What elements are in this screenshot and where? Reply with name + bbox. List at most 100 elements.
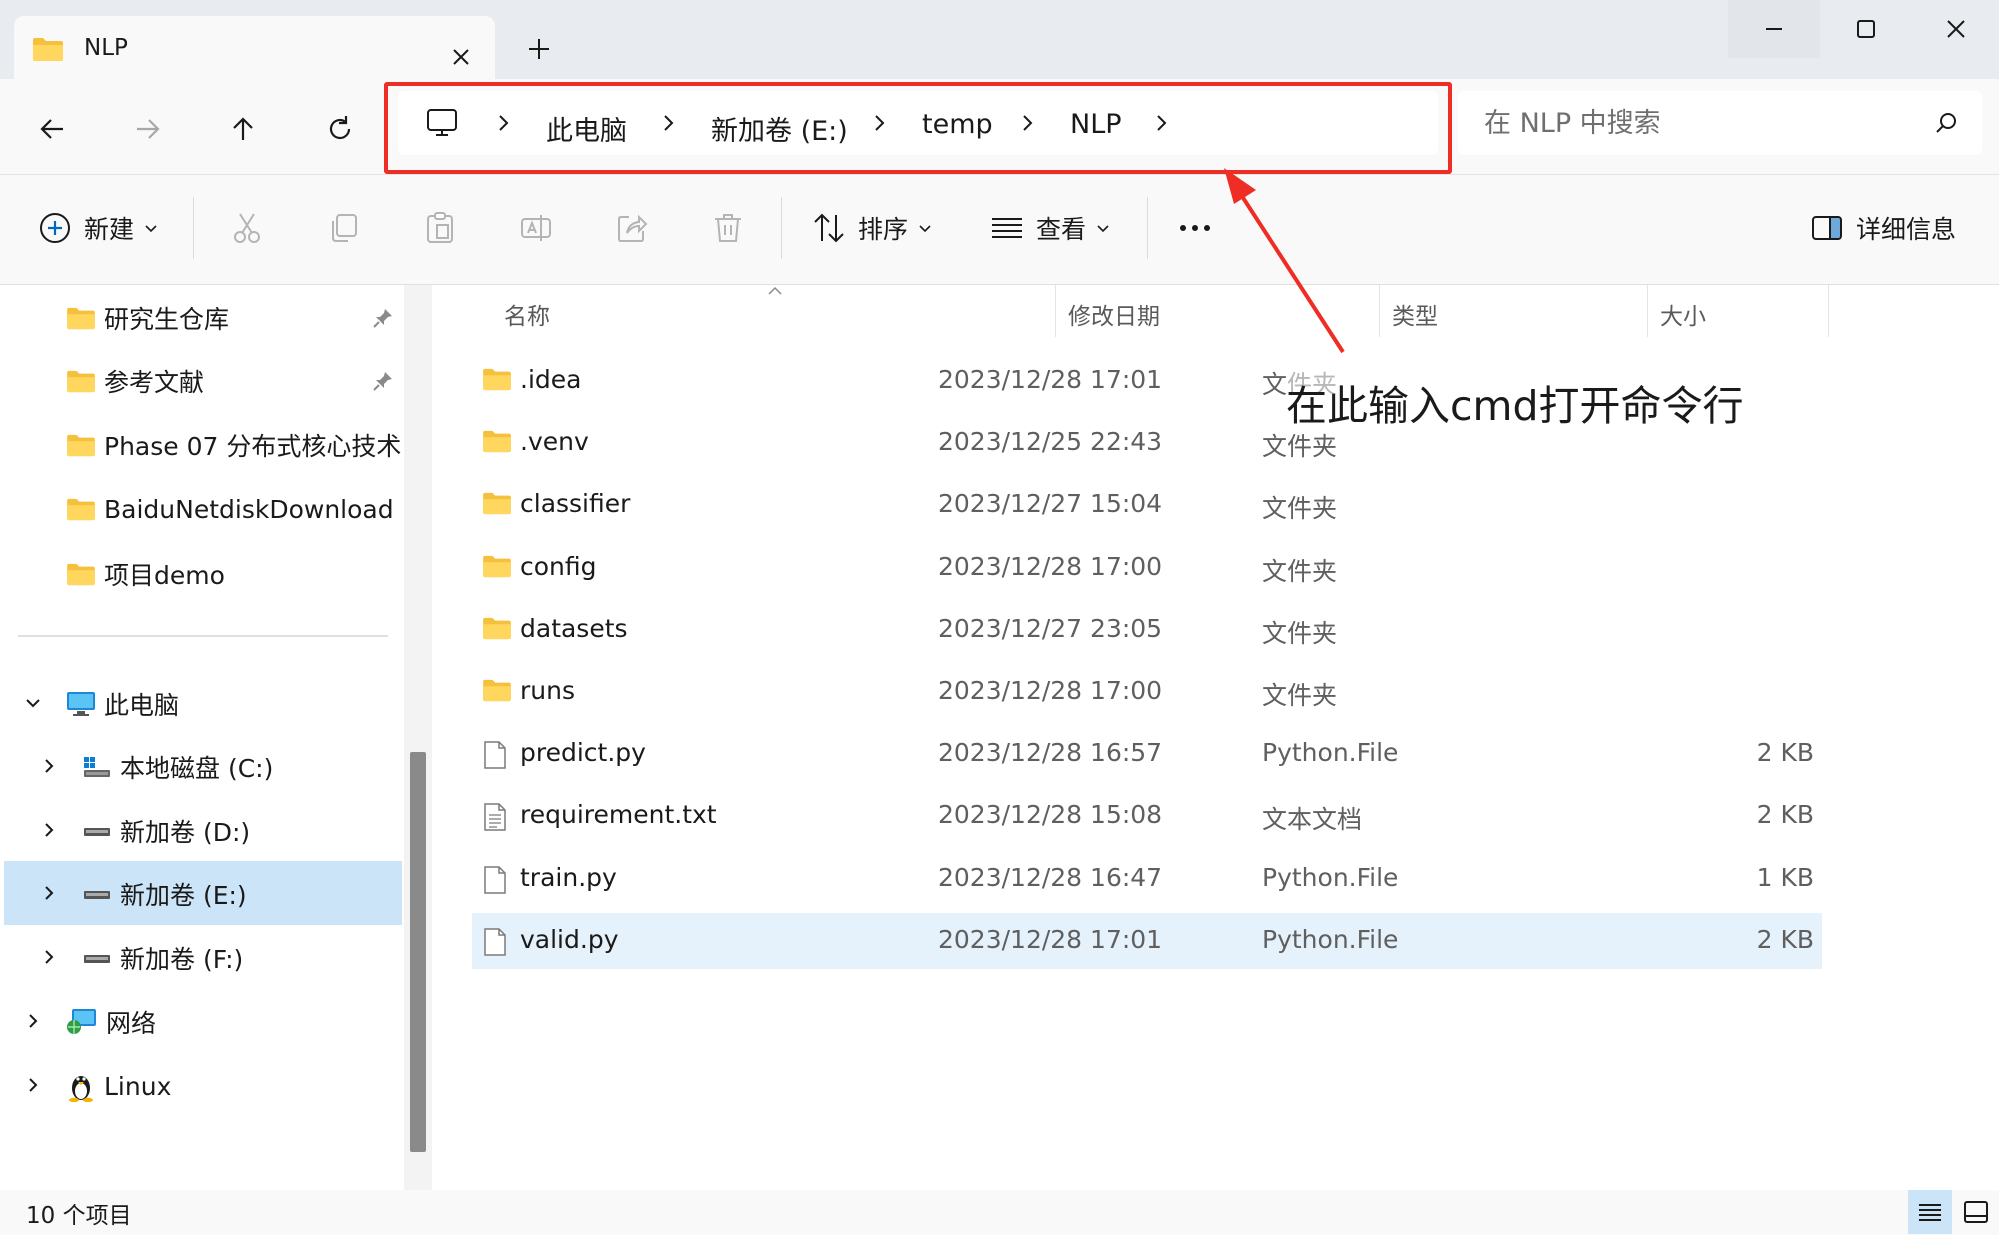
sidebar-item-linux[interactable]: Linux (66, 1055, 406, 1117)
rename-icon (519, 211, 553, 245)
sidebar-item-quick-5[interactable]: 项目demo (66, 543, 406, 605)
annotation-arrow (1224, 168, 1345, 354)
chevron-right-icon[interactable] (40, 948, 58, 966)
file-modified-date: 2023/12/28 15:08 (938, 800, 1163, 830)
sidebar-item-label: BaiduNetdiskDownload (104, 494, 394, 524)
file-icon (482, 927, 508, 957)
file-row[interactable]: classifier 2023/12/27 15:04 文件夹 (472, 477, 1822, 533)
new-button[interactable]: 新建 (38, 203, 158, 253)
chevron-right-icon[interactable] (24, 1012, 42, 1030)
column-header-size[interactable]: 大小 (1660, 297, 1706, 331)
column-divider[interactable] (1828, 285, 1829, 337)
column-header-type[interactable]: 类型 (1392, 297, 1438, 331)
add-circle-icon (38, 211, 72, 245)
sidebar-item-drive-d[interactable]: 新加卷 (D:) (82, 800, 402, 862)
column-header-name[interactable]: 名称 (504, 297, 550, 331)
sidebar-item-label: 参考文献 (104, 368, 205, 397)
details-view-icon (1919, 1204, 1941, 1221)
file-row[interactable]: requirement.txt 2023/12/28 15:08 文本文档 2 KB (472, 788, 1822, 844)
close-window-button[interactable] (1912, 0, 1999, 58)
sidebar-scrollbar-thumb[interactable] (410, 752, 426, 1152)
folder-icon (66, 306, 96, 330)
chevron-down-icon[interactable] (24, 694, 42, 712)
file-row[interactable]: runs 2023/12/28 17:00 文件夹 (472, 664, 1822, 720)
sidebar-item-label: 此电脑 (104, 691, 180, 720)
file-modified-date: 2023/12/27 15:04 (938, 489, 1163, 519)
file-row[interactable]: predict.py 2023/12/28 16:57 Python.File 2 K… (472, 726, 1822, 782)
sidebar-item-this-pc[interactable]: 此电脑 (66, 673, 406, 735)
file-name: datasets (520, 613, 628, 643)
sidebar-item-drive-c[interactable]: 本地磁盘 (C:) (82, 736, 402, 798)
tiles-view-toggle[interactable] (1956, 1190, 1996, 1234)
toolbar-divider (193, 197, 194, 259)
file-row[interactable]: config 2023/12/28 17:00 文件夹 (472, 540, 1822, 596)
share-button[interactable] (615, 203, 649, 253)
file-modified-date: 2023/12/28 17:00 (938, 676, 1163, 705)
sidebar-item-label: 研究生仓库 (104, 305, 230, 334)
chevron-right-icon[interactable] (40, 884, 58, 902)
maximize-button[interactable] (1820, 0, 1912, 58)
sidebar-item-label: 新加卷 (F:) (120, 945, 244, 974)
paste-button[interactable] (423, 203, 457, 253)
column-divider[interactable] (1647, 285, 1648, 337)
view-button[interactable]: 查看 (990, 203, 1110, 253)
drive-icon (82, 818, 112, 844)
sidebar-item-label: 新加卷 (D:) (120, 818, 251, 847)
folder-icon (66, 433, 96, 457)
column-header-date[interactable]: 修改日期 (1068, 297, 1160, 331)
sidebar-item-drive-f[interactable]: 新加卷 (F:) (82, 927, 402, 989)
file-row[interactable]: train.py 2023/12/28 16:47 Python.File 1 KB (472, 851, 1822, 907)
sidebar-item-quick-2[interactable]: 参考文献 (66, 350, 406, 412)
details-view-toggle[interactable] (1908, 1190, 1952, 1234)
sidebar-item-quick-3[interactable]: Phase 07 分布式核心技术 (66, 414, 406, 476)
close-tab-icon[interactable] (450, 46, 472, 68)
clipboard-icon (423, 211, 457, 245)
pin-icon[interactable] (372, 370, 394, 392)
text-file-icon (482, 802, 508, 832)
column-divider[interactable] (1379, 285, 1380, 337)
sidebar-item-label: Phase 07 分布式核心技术 (104, 432, 402, 461)
sidebar-item-quick-4[interactable]: BaiduNetdiskDownload (66, 478, 406, 540)
up-button[interactable] (221, 107, 265, 151)
delete-button[interactable] (711, 203, 745, 253)
chevron-right-icon[interactable] (24, 1076, 42, 1094)
sidebar-item-network[interactable]: 网络 (66, 991, 406, 1053)
sidebar-item-label: 项目demo (104, 561, 225, 590)
file-row[interactable]: valid.py 2023/12/28 17:01 Python.File 2 KB (472, 912, 1822, 969)
file-name: valid.py (520, 924, 619, 954)
tab-nlp[interactable]: NLP (14, 16, 495, 79)
sort-button[interactable]: 排序 (812, 203, 932, 253)
file-size: 2 KB (1756, 800, 1814, 830)
forward-button[interactable] (126, 107, 170, 151)
column-divider[interactable] (1055, 285, 1056, 337)
file-modified-date: 2023/12/25 22:43 (938, 427, 1163, 457)
linux-penguin-icon (66, 1070, 96, 1102)
chevron-right-icon[interactable] (40, 757, 58, 775)
status-bar: 10 个项目 (0, 1190, 1999, 1235)
rename-button[interactable] (519, 203, 553, 253)
search-box[interactable] (1458, 91, 1982, 155)
folder-icon (66, 369, 96, 393)
file-modified-date: 2023/12/27 23:05 (938, 613, 1163, 643)
search-input[interactable] (1484, 105, 1924, 141)
back-button[interactable] (30, 107, 74, 151)
file-size: 2 KB (1756, 924, 1814, 954)
folder-icon (66, 562, 96, 586)
scissors-icon (230, 211, 264, 245)
copy-button[interactable] (326, 203, 360, 253)
file-modified-date: 2023/12/28 17:00 (938, 551, 1163, 581)
chevron-right-icon[interactable] (40, 821, 58, 839)
new-tab-icon[interactable] (524, 34, 554, 64)
file-name: .idea (520, 365, 582, 394)
minimize-button[interactable] (1728, 0, 1820, 58)
cut-button[interactable] (230, 203, 264, 253)
details-pane-button[interactable]: 详细信息 (1810, 203, 1956, 253)
file-size: 1 KB (1756, 862, 1814, 892)
pin-icon[interactable] (372, 307, 394, 329)
sidebar-item-quick-1[interactable]: 研究生仓库 (66, 287, 406, 349)
refresh-button[interactable] (318, 107, 362, 151)
file-icon (482, 865, 508, 895)
item-count: 10 个项目 (26, 1203, 132, 1229)
file-row[interactable]: datasets 2023/12/27 23:05 文件夹 (472, 602, 1822, 658)
search-icon[interactable] (1934, 111, 1958, 135)
